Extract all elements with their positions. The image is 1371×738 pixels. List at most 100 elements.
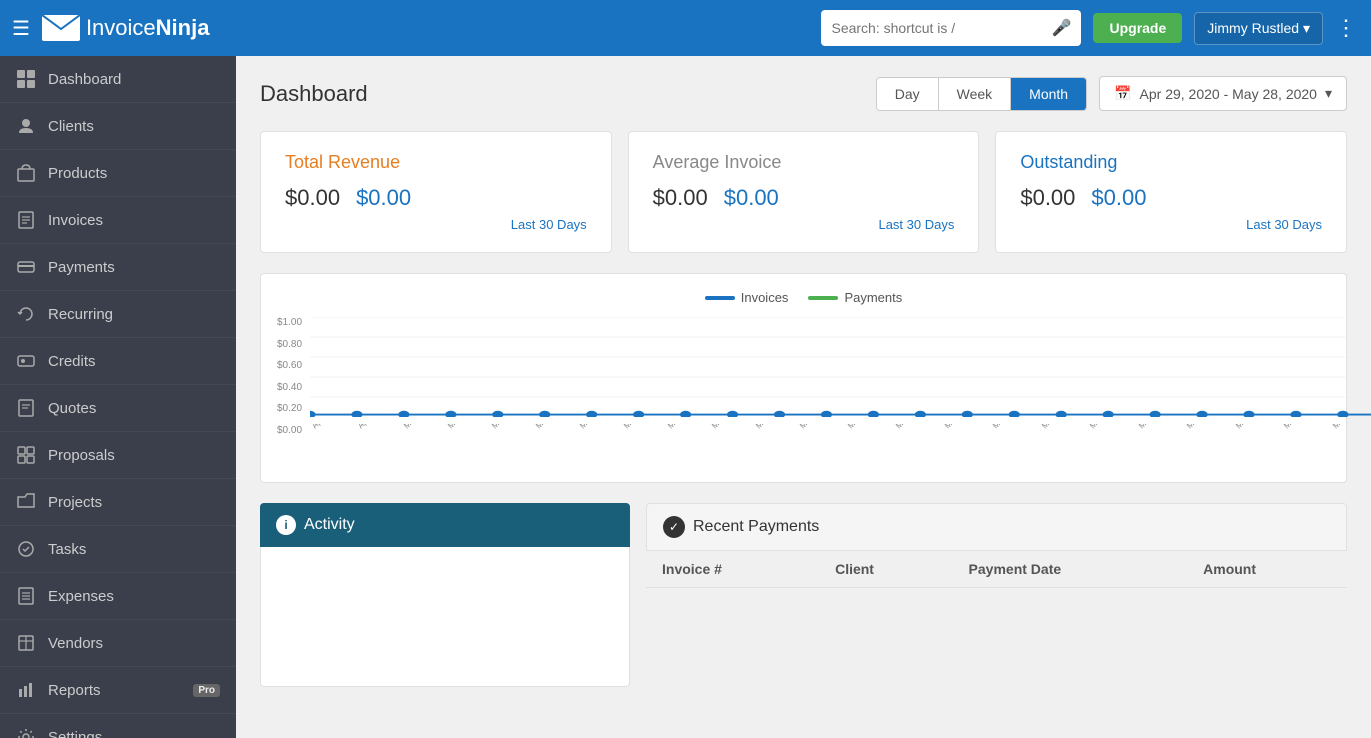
sidebar-item-dashboard-label: Dashboard [48,71,220,88]
sidebar-item-payments[interactable]: Payments [0,244,236,291]
main-layout: Dashboard Clients Products Invoices Paym [0,56,1371,738]
sidebar-item-reports-label: Reports [48,682,181,699]
y-label-5: $0.20 [277,403,302,414]
sidebar-item-products[interactable]: Products [0,150,236,197]
sidebar-item-vendors-label: Vendors [48,635,220,652]
outstanding-title: Outstanding [1020,152,1322,173]
hamburger-icon[interactable]: ☰ [12,16,30,41]
stat-cards: Total Revenue $0.00 $0.00 Last 30 Days A… [260,131,1347,253]
col-client: Client [819,551,952,588]
x-label: May 21, 2020 [1331,424,1371,454]
sidebar-item-expenses[interactable]: Expenses [0,573,236,620]
payments-icon [16,257,36,277]
average-invoice-dark-value: $0.00 [653,185,708,211]
y-label-1: $1.00 [277,317,302,328]
sidebar-item-credits[interactable]: Credits [0,338,236,385]
date-range-picker[interactable]: 📅 Apr 29, 2020 - May 28, 2020 ▾ [1099,76,1347,111]
activity-panel-body [260,547,630,687]
total-revenue-label: Last 30 Days [285,217,587,232]
total-revenue-dark-value: $0.00 [285,185,340,211]
tab-day[interactable]: Day [877,78,939,110]
activity-panel-header: i Activity [260,503,630,547]
date-range-chevron-icon: ▾ [1325,85,1332,102]
recent-payments-panel: ✓ Recent Payments Invoice # Client Payme… [646,503,1347,687]
sidebar-item-clients[interactable]: Clients [0,103,236,150]
tab-month[interactable]: Month [1011,78,1086,110]
outstanding-label: Last 30 Days [1020,217,1322,232]
sidebar-item-quotes-label: Quotes [48,400,220,417]
revenue-chart: Invoices Payments $1.00 $0.80 $0.60 $0.4… [260,273,1347,483]
reports-icon [16,680,36,700]
total-revenue-title: Total Revenue [285,152,587,173]
sidebar-item-settings[interactable]: Settings [0,714,236,738]
chart-svg [310,317,1371,417]
sidebar-item-reports[interactable]: Reports Pro [0,667,236,714]
recent-payments-header: ✓ Recent Payments [646,503,1347,551]
total-revenue-blue-value: $0.00 [356,185,411,211]
y-label-2: $0.80 [277,339,302,350]
activity-panel: i Activity [260,503,630,687]
settings-icon [16,727,36,738]
search-input[interactable] [831,20,1051,36]
y-label-4: $0.40 [277,382,302,393]
sidebar-item-invoices-label: Invoices [48,212,220,229]
invoices-legend-color [705,296,735,300]
payments-table-head: Invoice # Client Payment Date Amount [646,551,1347,588]
payments-table: Invoice # Client Payment Date Amount [646,551,1347,588]
credits-icon [16,351,36,371]
bottom-panels: i Activity ✓ Recent Payments Invoice # [260,503,1347,687]
legend-invoices: Invoices [705,290,789,305]
user-menu-button[interactable]: Jimmy Rustled ▾ [1194,12,1323,45]
projects-icon [16,492,36,512]
legend-payments: Payments [808,290,902,305]
sidebar: Dashboard Clients Products Invoices Paym [0,56,236,738]
app-header: ☰ InvoiceNinja 🎤 Upgrade Jimmy Rustled ▾… [0,0,1371,56]
dashboard-header: Dashboard Day Week Month 📅 Apr 29, 2020 … [260,76,1347,111]
quotes-icon [16,398,36,418]
invoices-legend-label: Invoices [741,290,789,305]
outstanding-blue-value: $0.00 [1091,185,1146,211]
sidebar-item-proposals[interactable]: Proposals [0,432,236,479]
logo: InvoiceNinja [42,15,210,41]
sidebar-item-vendors[interactable]: Vendors [0,620,236,667]
sidebar-item-recurring-label: Recurring [48,306,220,323]
clients-icon [16,116,36,136]
recent-payments-title: Recent Payments [693,518,819,536]
logo-text: InvoiceNinja [86,15,210,41]
col-invoice-num: Invoice # [646,551,819,588]
sidebar-item-tasks[interactable]: Tasks [0,526,236,573]
outstanding-values: $0.00 $0.00 [1020,185,1322,211]
average-invoice-card: Average Invoice $0.00 $0.00 Last 30 Days [628,131,980,253]
upgrade-button[interactable]: Upgrade [1093,13,1182,43]
sidebar-item-recurring[interactable]: Recurring [0,291,236,338]
activity-title: Activity [304,516,355,534]
search-bar[interactable]: 🎤 [821,10,1081,46]
recent-payments-body: Invoice # Client Payment Date Amount [646,551,1347,588]
proposals-icon [16,445,36,465]
sidebar-item-expenses-label: Expenses [48,588,220,605]
vendors-icon [16,633,36,653]
sidebar-item-projects[interactable]: Projects [0,479,236,526]
outstanding-dark-value: $0.00 [1020,185,1075,211]
logo-envelope-icon [42,15,80,41]
payments-check-icon: ✓ [663,516,685,538]
tasks-icon [16,539,36,559]
activity-info-icon: i [276,515,296,535]
sidebar-item-quotes[interactable]: Quotes [0,385,236,432]
microphone-icon[interactable]: 🎤 [1051,18,1071,38]
sidebar-item-dashboard[interactable]: Dashboard [0,56,236,103]
expenses-icon [16,586,36,606]
chart-body: $1.00 $0.80 $0.60 $0.40 $0.20 $0.00 [277,317,1330,466]
products-icon [16,163,36,183]
reports-pro-badge: Pro [193,684,220,697]
sidebar-item-proposals-label: Proposals [48,447,220,464]
average-invoice-label: Last 30 Days [653,217,955,232]
sidebar-item-clients-label: Clients [48,118,220,135]
more-options-icon[interactable]: ⋮ [1335,15,1359,41]
recurring-icon [16,304,36,324]
tab-week[interactable]: Week [939,78,1012,110]
calendar-icon: 📅 [1114,85,1131,102]
average-invoice-blue-value: $0.00 [724,185,779,211]
col-amount: Amount [1187,551,1347,588]
sidebar-item-invoices[interactable]: Invoices [0,197,236,244]
